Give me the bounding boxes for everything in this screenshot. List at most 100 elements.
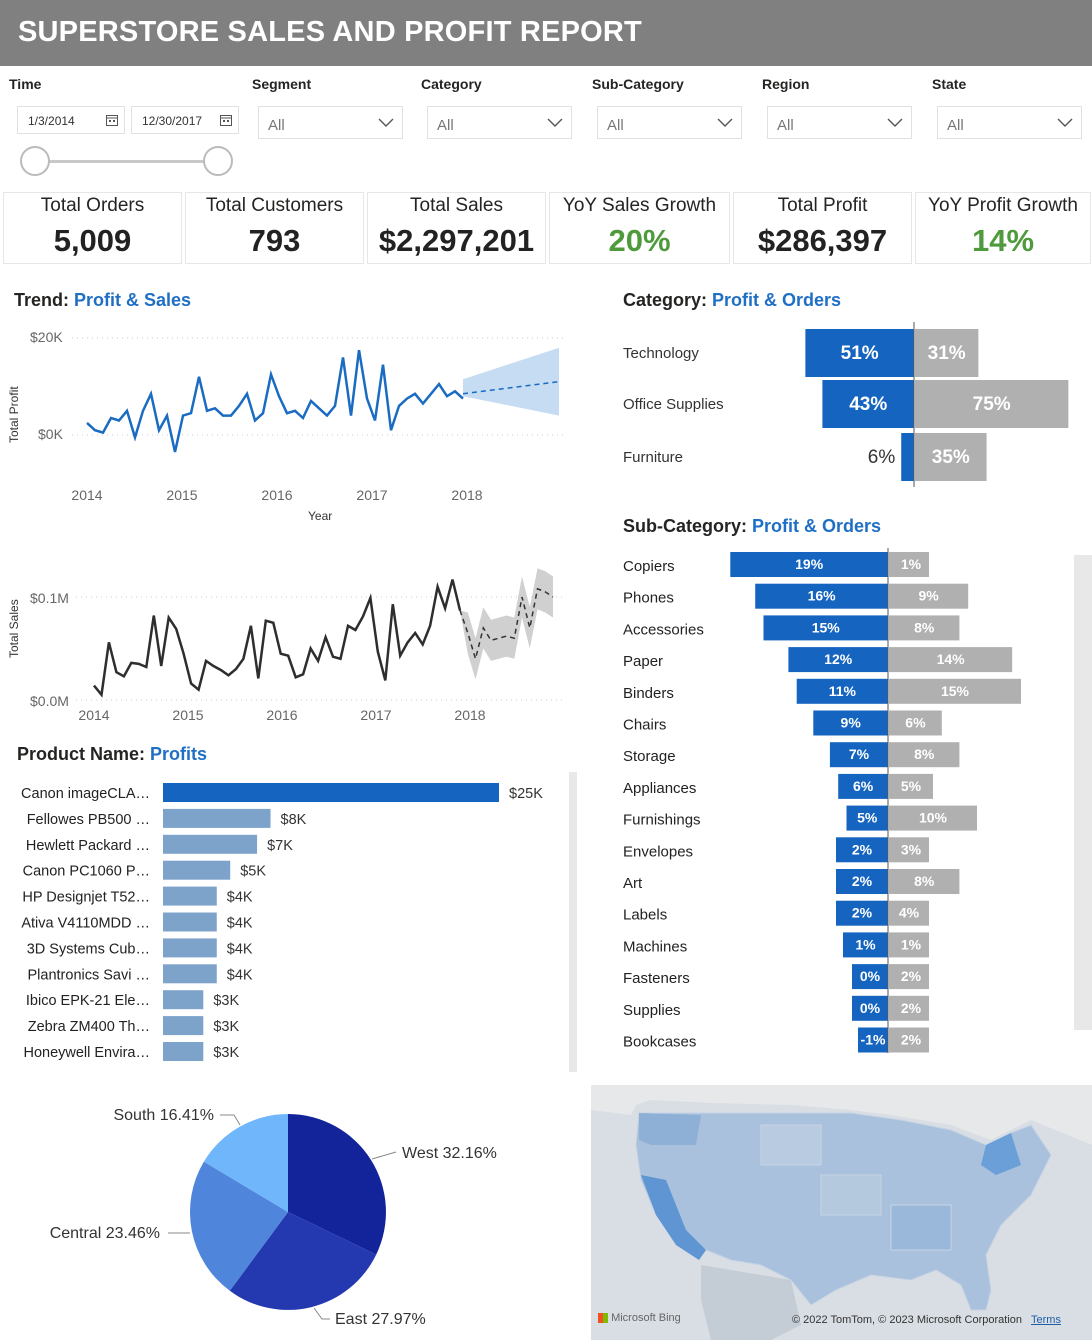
product-value-label: $7K <box>267 838 293 854</box>
product-label: Ativa V4110MDD … <box>21 916 150 932</box>
subcategory-label: Supplies <box>623 1002 681 1019</box>
x-tick-label: 2015 <box>172 707 203 723</box>
state-profit-map[interactable]: Microsoft Bing © 2022 TomTom, © 2023 Mic… <box>591 1085 1092 1340</box>
orders-data-label: 3% <box>901 841 922 857</box>
time-filter-label: Time <box>9 76 42 92</box>
subcategory-scrollbar[interactable] <box>1074 555 1092 1030</box>
product-label: HP Designjet T52… <box>22 890 150 906</box>
profit-data-label: 5% <box>857 810 878 826</box>
product-label: Canon PC1060 P… <box>23 864 150 880</box>
x-tick-label: 2017 <box>360 707 391 723</box>
category-filter-label: Category <box>421 76 482 92</box>
segment-filter-label: Segment <box>252 76 312 92</box>
chevron-down-icon <box>887 118 903 127</box>
subcategory-label: Labels <box>623 907 667 924</box>
x-tick-label: 2016 <box>261 487 292 503</box>
product-profit-chart: Canon imageCLA… $25K Fellowes PB500 … $8K He… <box>21 783 543 1061</box>
orders-data-label: 8% <box>914 746 935 762</box>
x-tick-label: 2017 <box>356 487 387 503</box>
orders-data-label: 14% <box>937 651 966 667</box>
date-range-slider-track[interactable] <box>36 160 219 163</box>
product-value-label: $3K <box>213 1019 239 1035</box>
orders-data-label: 8% <box>914 619 935 635</box>
chevron-down-icon <box>547 118 563 127</box>
product-scrollbar[interactable] <box>569 772 577 1072</box>
subcategory-label: Storage <box>623 748 676 765</box>
product-profit-bar <box>163 938 217 958</box>
orders-data-label: 10% <box>919 810 948 826</box>
state-dropdown-value: All <box>947 117 964 134</box>
product-label: Fellowes PB500 … <box>27 812 150 828</box>
end-date-value: 12/30/2017 <box>142 114 203 128</box>
calendar-icon[interactable] <box>106 114 118 126</box>
product-profit-bar <box>163 834 258 854</box>
kpi-value: $2,297,201 <box>378 223 535 258</box>
date-range-start-handle[interactable] <box>20 146 50 176</box>
x-axis-title: Year <box>308 509 332 523</box>
profit-data-label: 6% <box>853 778 874 794</box>
kpi-label: YoY Profit Growth <box>928 195 1078 216</box>
subcategory-section-title: Sub-Category: Profit & Orders <box>623 516 881 537</box>
product-value-label: $4K <box>227 890 253 906</box>
product-value-label: $4K <box>227 941 253 957</box>
orders-data-label: 2% <box>901 1032 922 1048</box>
map-terms-link[interactable]: Terms <box>1031 1314 1061 1326</box>
date-range-end-handle[interactable] <box>203 146 233 176</box>
product-profit-bar <box>163 886 217 906</box>
orders-data-label: 1% <box>901 936 922 952</box>
product-value-label: $25K <box>509 786 543 802</box>
kpi-value: 14% <box>971 223 1035 258</box>
profit-data-label: 2% <box>852 873 873 889</box>
region-dropdown-value: All <box>777 117 794 134</box>
segment-dropdown-value: All <box>268 117 285 134</box>
product-label: Zebra ZM400 Th… <box>28 1019 150 1035</box>
profit-data-label: 11% <box>829 683 857 699</box>
kpi-total-customers: Total Customers 793 <box>185 192 364 264</box>
region-dropdown[interactable]: All <box>767 106 912 139</box>
orders-data-label: 9% <box>918 588 939 604</box>
profit-data-label: 19% <box>795 556 824 572</box>
sales-trend-chart: $0.1M $0.0M Total Sales 2014 2015 2016 2017… <box>7 568 566 723</box>
category-dropdown[interactable]: All <box>427 106 572 139</box>
start-date-input[interactable]: 1/3/2014 <box>17 106 125 134</box>
map-attribution: © 2022 TomTom, © 2023 Microsoft Corporat… <box>792 1314 1023 1326</box>
category-dropdown-value: All <box>437 117 454 134</box>
chevron-down-icon <box>717 118 733 127</box>
x-tick-label: 2015 <box>166 487 197 503</box>
subcategory-dropdown[interactable]: All <box>597 106 742 139</box>
calendar-icon[interactable] <box>220 114 232 126</box>
pie-leader-line <box>371 1151 397 1160</box>
profit-data-label: 12% <box>824 651 853 667</box>
state-dropdown[interactable]: All <box>937 106 1082 139</box>
subcategory-dropdown-value: All <box>607 117 624 134</box>
kpi-label: Total Customers <box>205 195 344 216</box>
orders-data-label: 4% <box>899 905 920 921</box>
subcategory-profit-orders-chart: Copiers 19% 1% Phones 16% 9% Accessories 15% 8% P… <box>623 548 1021 1053</box>
x-tick-label: 2018 <box>451 487 482 503</box>
end-date-input[interactable]: 12/30/2017 <box>131 106 239 134</box>
subcategory-title-prefix: Sub-Category: <box>623 516 748 536</box>
profit-data-label: -1% <box>861 1032 886 1048</box>
profit-data-label: 2% <box>852 841 873 857</box>
subcategory-label: Bookcases <box>623 1034 696 1051</box>
map-brand-label: Microsoft Bing <box>598 1312 681 1324</box>
profit-data-label: 0% <box>860 1000 881 1016</box>
profit-bar <box>901 433 914 481</box>
orders-data-label: 75% <box>973 394 1011 415</box>
subcategory-label: Art <box>623 875 643 892</box>
y-tick-label: $0.1M <box>30 590 69 606</box>
forecast-band <box>463 347 559 416</box>
product-label: 3D Systems Cub… <box>27 941 150 957</box>
category-title-prefix: Category: <box>623 290 708 310</box>
product-value-label: $5K <box>240 864 266 880</box>
category-profit-orders-chart: Technology 51% 31% Office Supplies 43% 75% Fur… <box>623 322 1069 487</box>
orders-data-label: 2% <box>901 1000 922 1016</box>
profit-data-label: 6% <box>868 447 896 468</box>
trend-title-prefix: Trend: <box>14 290 70 310</box>
x-tick-label: 2014 <box>78 707 109 723</box>
segment-dropdown[interactable]: All <box>258 106 403 139</box>
kpi-value: 793 <box>248 223 301 258</box>
x-tick-label: 2018 <box>454 707 485 723</box>
product-title-highlight: Profits <box>150 744 208 764</box>
orders-data-label: 5% <box>901 778 922 794</box>
